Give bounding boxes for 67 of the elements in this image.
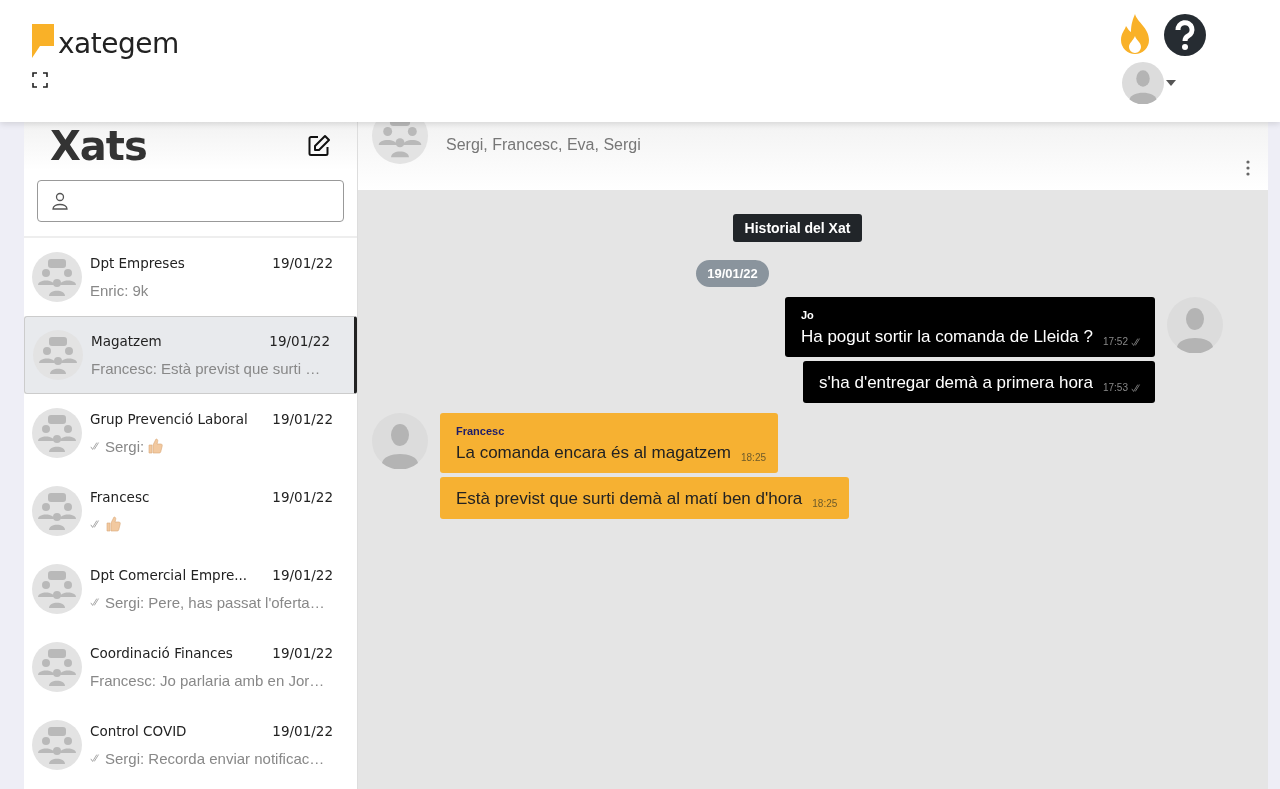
chat-list-item[interactable]: Dpt Comercial Empre... 19/01/22 Sergi: Pere, has passat l'oferta… <box>24 550 357 628</box>
chat-list-item[interactable]: Control COVID 19/01/22 Sergi: Recorda enviar notificac… <box>24 706 357 784</box>
message-time: 18:25 <box>812 498 838 509</box>
chat-date: 19/01/22 <box>272 567 333 583</box>
message-text: La comanda encara és al magatzem <box>456 443 731 463</box>
message-preview: Sergi: <box>105 437 145 455</box>
chat-date: 19/01/22 <box>272 723 333 739</box>
double-check-icon <box>1131 382 1143 393</box>
compose-icon[interactable] <box>307 134 331 158</box>
more-options-icon[interactable] <box>1246 160 1250 176</box>
message-text: s'ha d'entregar demà a primera hora <box>819 373 1093 393</box>
double-check-icon <box>90 597 102 607</box>
thumbs-up-icon <box>105 516 121 532</box>
help-icon[interactable] <box>1164 14 1206 56</box>
message-preview: Francesc: Està previst que surti … <box>91 359 321 377</box>
message-time: 18:25 <box>741 452 767 463</box>
date-badge: 19/01/22 <box>696 260 769 287</box>
double-check-icon <box>1131 336 1143 347</box>
chat-date: 19/01/22 <box>272 411 333 427</box>
group-avatar-icon <box>32 564 82 614</box>
message-preview: Sergi: Recorda enviar notificac… <box>105 749 325 767</box>
chat-name: Magatzem <box>91 333 162 349</box>
chat-name: Control COVID <box>90 723 187 739</box>
chat-date: 19/01/22 <box>269 333 330 349</box>
chat-list-item[interactable]: Francesc 19/01/22 <box>24 472 357 550</box>
message-preview: Enric: 9k <box>90 281 149 299</box>
message-time: 17:53 <box>1102 382 1128 393</box>
double-check-icon <box>90 519 102 529</box>
group-avatar-icon <box>32 642 82 692</box>
message-text: Està previst que surti demà al matí ben d'hora <box>456 489 803 509</box>
group-avatar-icon <box>32 486 82 536</box>
group-avatar-icon <box>33 330 83 380</box>
group-avatar-icon <box>32 408 82 458</box>
caret-icon[interactable] <box>1166 80 1176 86</box>
message-time: 17:52 <box>1102 336 1128 347</box>
person-avatar-icon <box>1167 297 1223 353</box>
chat-date: 19/01/22 <box>272 489 333 505</box>
message-preview: Francesc: Jo parlaria amb en Jor… <box>90 671 325 689</box>
chat-date: 19/01/22 <box>272 255 333 271</box>
chat-date: 19/01/22 <box>272 645 333 661</box>
speech-flag-logo-icon <box>32 22 54 58</box>
sender-name: Jo <box>800 309 815 321</box>
chat-name: Dpt Empreses <box>90 255 185 271</box>
double-check-icon <box>90 441 102 451</box>
person-icon <box>52 192 68 210</box>
search-field[interactable] <box>37 180 344 222</box>
chat-name: Francesc <box>90 489 150 505</box>
brand-name: xategem <box>58 30 179 58</box>
history-label: Historial del Xat <box>732 214 863 242</box>
thumbs-up-icon <box>147 438 164 454</box>
chat-list-item[interactable]: Coordinació Finances 19/01/22 Francesc: Jo parlaria amb en Jor… <box>24 628 357 706</box>
chat-name: Dpt Comercial Empre... <box>90 567 248 583</box>
chat-name: Coordinació Finances <box>90 645 233 661</box>
chat-name: Grup Prevenció Laboral <box>90 411 248 427</box>
chat-list-item[interactable]: Dpt Empreses 19/01/22 Enric: 9k <box>24 238 357 316</box>
message-preview: Sergi: Pere, has passat l'oferta… <box>105 593 325 611</box>
fullscreen-icon[interactable] <box>32 72 48 88</box>
chat-list-item[interactable]: Grup Prevenció Laboral 19/01/22 Sergi: <box>24 394 357 472</box>
sidebar-title: Xats <box>50 123 147 169</box>
person-avatar-icon <box>372 413 428 469</box>
chat-list-item[interactable]: Magatzem 19/01/22 Francesc: Està previst que surti … <box>24 316 357 394</box>
group-avatar-icon <box>32 252 82 302</box>
double-check-icon <box>90 753 102 763</box>
group-avatar-icon <box>32 720 82 770</box>
sender-name: Francesc <box>456 425 506 437</box>
chat-members: Sergi, Francesc, Eva, Sergi <box>446 136 641 154</box>
message-text: Ha pogut sortir la comanda de Lleida ? <box>800 327 1093 347</box>
